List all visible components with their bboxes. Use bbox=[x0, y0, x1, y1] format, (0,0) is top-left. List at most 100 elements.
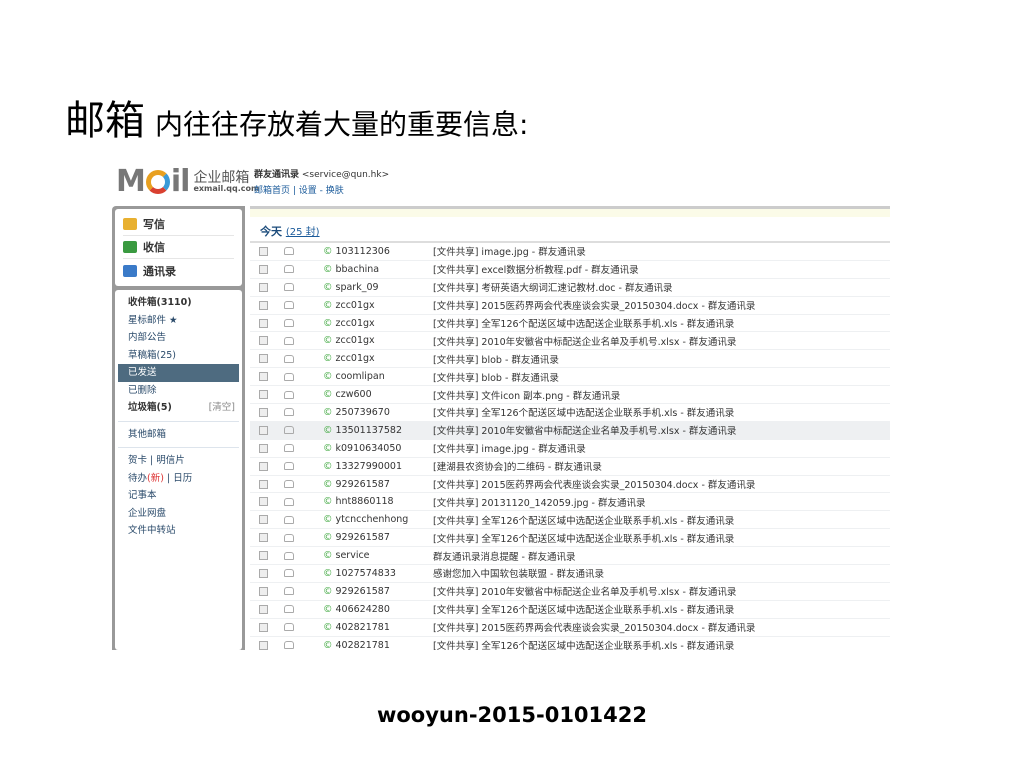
checkbox[interactable] bbox=[259, 568, 268, 578]
mail-row[interactable]: © 1027574833 感谢您加入中国软包装联盟 - 群友通讯录 bbox=[250, 565, 890, 583]
subject[interactable]: [文件共享] 2010年安徽省中标配送企业名单及手机号.xlsx - 群友通讯录 bbox=[433, 334, 736, 348]
checkbox[interactable] bbox=[259, 300, 268, 310]
checkbox[interactable] bbox=[259, 390, 268, 400]
mail-row[interactable]: © 929261587 [文件共享] 2015医药界两会代表座谈会实录_201503… bbox=[250, 476, 890, 494]
checkbox[interactable] bbox=[259, 622, 268, 632]
subject[interactable]: [文件共享] 全军126个配送区域中选配送企业联系手机.xls - 群友通讯录 bbox=[433, 531, 734, 545]
checkbox[interactable] bbox=[259, 407, 268, 417]
mail-row[interactable]: © 406624280 [文件共享] 全军126个配送区域中选配送企业联系手机.xl… bbox=[250, 601, 890, 619]
folder-item[interactable]: 草稿箱(25) bbox=[118, 347, 239, 365]
quick-1[interactable]: 收信 bbox=[123, 236, 234, 259]
checkbox[interactable] bbox=[259, 497, 268, 507]
sender: © 103112306 bbox=[323, 245, 390, 257]
mail-row[interactable]: © 929261587 [文件共享] 2010年安徽省中标配送企业名单及手机号.xl… bbox=[250, 583, 890, 601]
mail-row[interactable]: © 13327990001 [建湖县农资协会]的二维码 - 群友通讯录 bbox=[250, 458, 890, 476]
mail-row[interactable]: © zcc01gx [文件共享] 2010年安徽省中标配送企业名单及手机号.xlsx… bbox=[250, 332, 890, 351]
contact-icon: © bbox=[323, 263, 333, 275]
subject[interactable]: [文件共享] image.jpg - 群友通讯录 bbox=[433, 441, 586, 455]
mail-row[interactable]: © coomlipan [文件共享] blob - 群友通讯录 bbox=[250, 368, 890, 387]
subject[interactable]: [文件共享] 2010年安徽省中标配送企业名单及手机号.xlsx - 群友通讯录 bbox=[433, 423, 736, 437]
contact-icon: © bbox=[323, 389, 333, 401]
quick-0[interactable]: 写信 bbox=[123, 213, 234, 236]
mail-row[interactable]: © 13501137582 [文件共享] 2010年安徽省中标配送企业名单及手机号.… bbox=[250, 421, 890, 440]
mail-row[interactable]: © 250739670 [文件共享] 全军126个配送区域中选配送企业联系手机.xl… bbox=[250, 404, 890, 422]
checkbox[interactable] bbox=[259, 336, 268, 346]
mail-row[interactable]: © zcc01gx [文件共享] 全军126个配送区域中选配送企业联系手机.xls … bbox=[250, 315, 890, 333]
email-screenshot: Mil 企业邮箱 exmail.qq.com 群友通讯录 <service@qun… bbox=[112, 160, 890, 650]
header-links[interactable]: 邮箱首页 | 设置 - 换肤 bbox=[254, 183, 389, 196]
subject[interactable]: [文件共享] 2015医药界两会代表座谈会实录_20150304.docx - … bbox=[433, 298, 755, 312]
folder-item[interactable]: 星标邮件 ★ bbox=[118, 312, 239, 330]
sender: © 406624280 bbox=[323, 603, 390, 615]
notes-link[interactable]: 记事本 bbox=[118, 487, 239, 505]
subject[interactable]: [文件共享] 2010年安徽省中标配送企业名单及手机号.xlsx - 群友通讯录 bbox=[433, 584, 736, 598]
checkbox[interactable] bbox=[259, 479, 268, 489]
subject[interactable]: [文件共享] blob - 群友通讯录 bbox=[433, 352, 559, 366]
checkbox[interactable] bbox=[259, 551, 268, 561]
folder-item[interactable]: 收件箱(3110) bbox=[118, 294, 239, 312]
checkbox[interactable] bbox=[259, 372, 268, 382]
subject[interactable]: [文件共享] 考研英语大纲词汇速记教材.doc - 群友通讯录 bbox=[433, 280, 673, 294]
card-link[interactable]: 贺卡 bbox=[128, 455, 147, 466]
postcard-link[interactable]: 明信片 bbox=[156, 455, 185, 466]
disk-link[interactable]: 企业网盘 bbox=[118, 505, 239, 523]
subject[interactable]: [文件共享] 全军126个配送区域中选配送企业联系手机.xls - 群友通讯录 bbox=[433, 513, 734, 527]
mail-row[interactable]: © czw600 [文件共享] 文件icon 副本.png - 群友通讯录 bbox=[250, 386, 890, 405]
contact-icon: © bbox=[323, 406, 333, 418]
folder-item[interactable]: 内部公告 bbox=[118, 329, 239, 347]
subject[interactable]: [文件共享] excel数据分析教程.pdf - 群友通讯录 bbox=[433, 262, 639, 276]
checkbox[interactable] bbox=[259, 586, 268, 596]
subject[interactable]: [文件共享] 全军126个配送区域中选配送企业联系手机.xls - 群友通讯录 bbox=[433, 405, 734, 419]
mail-row[interactable]: © 402821781 [文件共享] 2015医药界两会代表座谈会实录_201503… bbox=[250, 619, 890, 637]
mail-row[interactable]: © 929261587 [文件共享] 全军126个配送区域中选配送企业联系手机.xl… bbox=[250, 529, 890, 548]
mail-row[interactable]: © zcc01gx [文件共享] blob - 群友通讯录 bbox=[250, 350, 890, 369]
checkbox[interactable] bbox=[259, 318, 268, 328]
subject[interactable]: [文件共享] 全军126个配送区域中选配送企业联系手机.xls - 群友通讯录 bbox=[433, 638, 734, 650]
quick-2[interactable]: 通讯录 bbox=[123, 259, 234, 282]
mail-row[interactable]: © ytcncchenhong [文件共享] 全军126个配送区域中选配送企业联系手… bbox=[250, 511, 890, 530]
mail-row[interactable]: © bbachina [文件共享] excel数据分析教程.pdf - 群友通讯录 bbox=[250, 261, 890, 279]
checkbox[interactable] bbox=[259, 425, 268, 435]
checkbox[interactable] bbox=[259, 282, 268, 292]
subject[interactable]: [文件共享] 20131120_142059.jpg - 群友通讯录 bbox=[433, 495, 646, 509]
checkbox[interactable] bbox=[259, 461, 268, 471]
folder-item[interactable]: 已发送 bbox=[118, 364, 239, 382]
checkbox[interactable] bbox=[259, 246, 268, 256]
subject[interactable]: [文件共享] 全军126个配送区域中选配送企业联系手机.xls - 群友通讯录 bbox=[433, 316, 734, 330]
subject[interactable]: [文件共享] 2015医药界两会代表座谈会实录_20150304.docx - … bbox=[433, 620, 755, 634]
subject[interactable]: [文件共享] 文件icon 副本.png - 群友通讯录 bbox=[433, 388, 620, 402]
transfer-link[interactable]: 文件中转站 bbox=[118, 522, 239, 540]
subject[interactable]: [文件共享] image.jpg - 群友通讯录 bbox=[433, 244, 586, 258]
subject[interactable]: [文件共享] 2015医药界两会代表座谈会实录_20150304.docx - … bbox=[433, 477, 755, 491]
checkbox[interactable] bbox=[259, 604, 268, 614]
checkbox[interactable] bbox=[259, 640, 268, 650]
mail-row[interactable]: © zcc01gx [文件共享] 2015医药界两会代表座谈会实录_20150304… bbox=[250, 297, 890, 315]
subject[interactable]: [文件共享] blob - 群友通讯录 bbox=[433, 370, 559, 384]
checkbox[interactable] bbox=[259, 264, 268, 274]
envelope-icon bbox=[284, 551, 294, 560]
checkbox[interactable] bbox=[259, 533, 268, 543]
subject[interactable]: 感谢您加入中国软包装联盟 - 群友通讯录 bbox=[433, 566, 604, 580]
checkbox[interactable] bbox=[259, 515, 268, 525]
mail-row[interactable]: © service 群友通讯录消息提醒 - 群友通讯录 bbox=[250, 547, 890, 566]
subject[interactable]: [建湖县农资协会]的二维码 - 群友通讯录 bbox=[433, 459, 602, 473]
contact-icon: © bbox=[323, 585, 333, 597]
count-link[interactable]: (25 封) bbox=[286, 227, 320, 238]
other-mailboxes[interactable]: 其他邮箱 bbox=[118, 426, 239, 444]
mail-row[interactable]: © spark_09 [文件共享] 考研英语大纲词汇速记教材.doc - 群友通讯录 bbox=[250, 279, 890, 297]
mail-row[interactable]: © 103112306 [文件共享] image.jpg - 群友通讯录 bbox=[250, 243, 890, 261]
folder-item[interactable]: 已删除 bbox=[118, 382, 239, 400]
checkbox[interactable] bbox=[259, 443, 268, 453]
contact-icon: © bbox=[323, 532, 333, 544]
subject[interactable]: [文件共享] 全军126个配送区域中选配送企业联系手机.xls - 群友通讯录 bbox=[433, 602, 734, 616]
checkbox[interactable] bbox=[259, 354, 268, 364]
mail-row[interactable]: © k0910634050 [文件共享] image.jpg - 群友通讯录 bbox=[250, 440, 890, 458]
empty-trash-button[interactable]: [清空] bbox=[209, 399, 235, 417]
folder-item[interactable]: 垃圾箱(5) [清空] bbox=[118, 399, 239, 417]
subject[interactable]: 群友通讯录消息提醒 - 群友通讯录 bbox=[433, 549, 575, 563]
calendar-link[interactable]: 日历 bbox=[173, 473, 192, 484]
todo-link[interactable]: 待办 bbox=[128, 473, 147, 484]
mail-row[interactable]: © 402821781 [文件共享] 全军126个配送区域中选配送企业联系手机.xl… bbox=[250, 637, 890, 650]
folder-list: 收件箱(3110) 星标邮件 ★ 内部公告 草稿箱(25) 已发送 已删除 垃圾箱(5) [清… bbox=[115, 290, 242, 650]
mail-row[interactable]: © hnt8860118 [文件共享] 20131120_142059.jpg - … bbox=[250, 493, 890, 512]
